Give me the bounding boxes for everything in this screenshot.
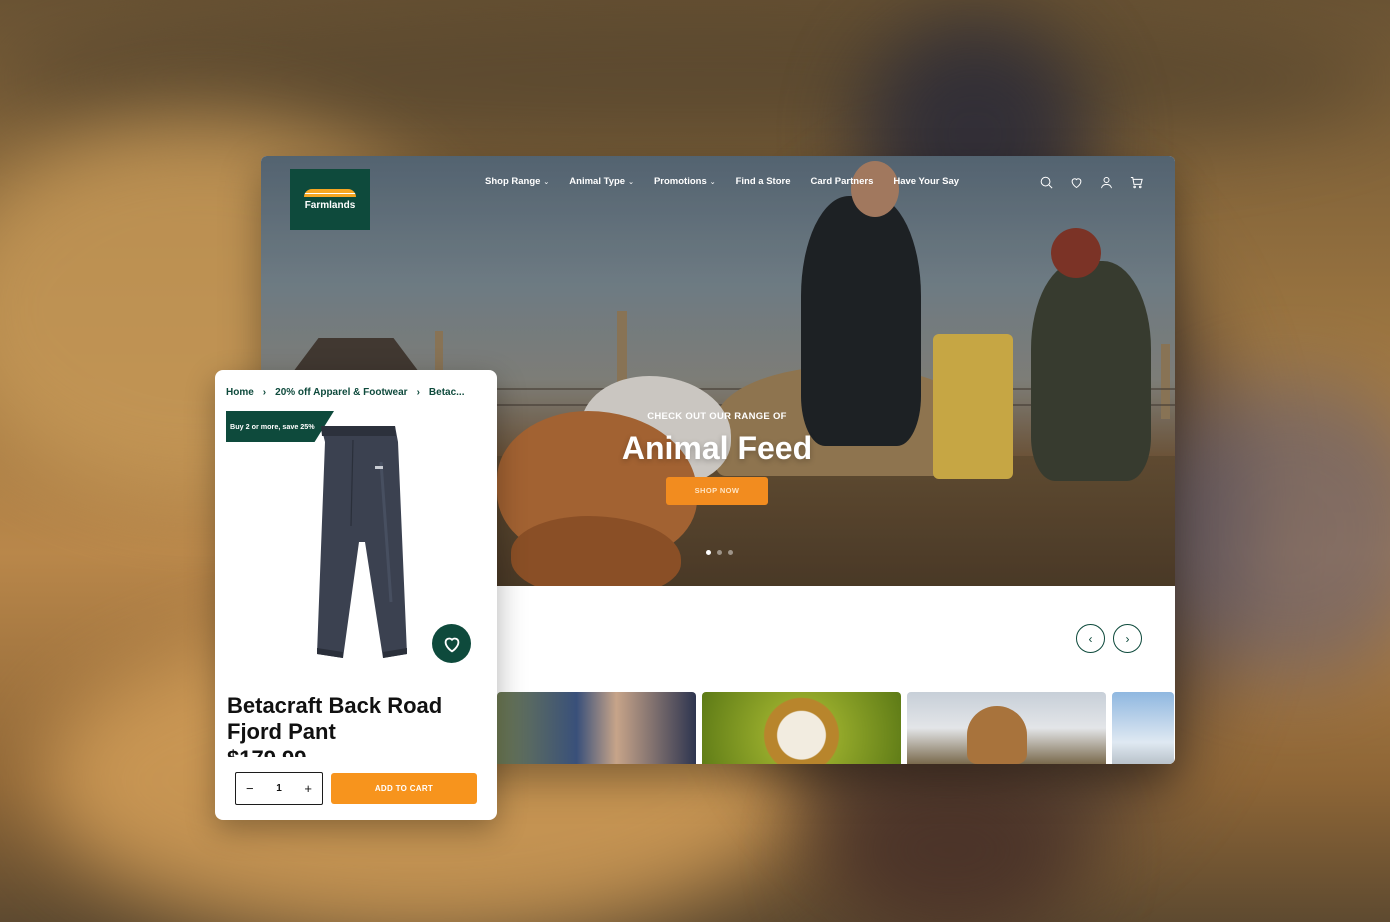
breadcrumb: Home › 20% off Apparel & Footwear › Beta… [226, 387, 465, 398]
minus-icon[interactable]: − [246, 781, 254, 796]
product-price: $179.99 [227, 746, 427, 757]
quantity-stepper: − + [235, 772, 323, 805]
hero-copy: CHECK OUT OUR RANGE OF Animal Feed SHOP … [497, 411, 937, 505]
slide-dot[interactable] [717, 550, 722, 555]
chevron-right-icon: › [416, 387, 420, 398]
nav-animal-type[interactable]: Animal Type ⌄ [559, 176, 644, 187]
hero-kicker: CHECK OUT OUR RANGE OF [647, 411, 787, 422]
nav-label: Animal Type [569, 176, 626, 187]
nav-have-your-say[interactable]: Have Your Say [883, 176, 969, 187]
breadcrumb-category[interactable]: 20% off Apparel & Footwear [275, 387, 407, 398]
nav-label: Have Your Say [893, 176, 960, 187]
product-price-wrapper: $179.99 [227, 746, 427, 757]
carousel-card-family[interactable] [497, 692, 696, 764]
product-title: Betacraft Back Road Fjord Pant [227, 693, 443, 744]
breadcrumb-current: Betac... [428, 387, 465, 398]
nav-label: Shop Range [485, 176, 541, 187]
carousel-card-sky[interactable] [1112, 692, 1174, 764]
category-carousel [497, 692, 1174, 764]
carousel-card-dog[interactable] [702, 692, 901, 764]
chevron-down-icon: ⌄ [628, 178, 634, 186]
farmlands-logo[interactable]: Farmlands [290, 169, 370, 230]
hero-headline: Animal Feed [621, 430, 813, 466]
chevron-right-icon[interactable]: › [1113, 624, 1142, 653]
search-icon[interactable] [1037, 173, 1055, 191]
chevron-down-icon: ⌄ [543, 178, 550, 186]
logo-wordmark: Farmlands [304, 199, 356, 211]
nav-label: Card Partners [810, 176, 874, 187]
shop-now-button[interactable]: SHOP NOW [666, 477, 768, 505]
chevron-left-icon[interactable]: ‹ [1076, 624, 1105, 653]
wishlist-heart-button[interactable] [432, 624, 471, 663]
chevron-down-icon: ⌄ [709, 178, 716, 186]
nav-label: Promotions [653, 176, 707, 187]
cart-icon[interactable] [1127, 173, 1145, 191]
product-card: Home › 20% off Apparel & Footwear › Beta… [215, 370, 497, 820]
slide-dot[interactable] [728, 550, 733, 555]
carousel-card-girl[interactable] [907, 692, 1106, 764]
slide-dot-active[interactable] [706, 550, 711, 555]
nav-card-partners[interactable]: Card Partners [801, 176, 884, 187]
user-icon[interactable] [1097, 173, 1115, 191]
slide-indicators [706, 550, 733, 555]
breadcrumb-home[interactable]: Home [226, 387, 254, 398]
heart-icon [444, 637, 459, 652]
carousel-arrows: ‹ › [1076, 624, 1142, 653]
nav-label: Find a Store [735, 176, 791, 187]
nav-shop-range[interactable]: Shop Range ⌄ [475, 176, 559, 187]
nav-find-a-store[interactable]: Find a Store [726, 176, 801, 187]
logo-sun-mark [304, 188, 356, 197]
nav-promotions[interactable]: Promotions ⌄ [644, 176, 726, 187]
product-image [317, 426, 407, 658]
add-to-cart-button[interactable]: ADD TO CART [331, 773, 477, 804]
heart-icon[interactable] [1067, 173, 1085, 191]
plus-icon[interactable]: + [304, 781, 312, 796]
header-icons [1037, 173, 1145, 191]
main-navigation: Shop Range ⌄ Animal Type ⌄ Promotions ⌄ … [475, 176, 969, 187]
chevron-right-icon: › [262, 387, 267, 398]
quantity-input[interactable] [267, 783, 291, 794]
